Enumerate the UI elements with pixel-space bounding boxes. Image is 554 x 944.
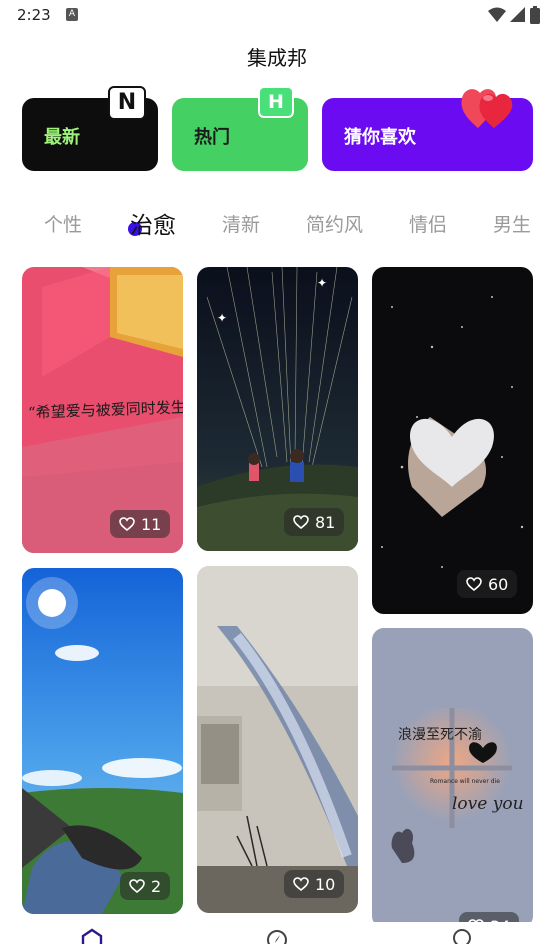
svg-text:✦: ✦ (217, 311, 227, 325)
profile-icon[interactable] (450, 928, 474, 944)
like-badge[interactable]: 60 (457, 570, 518, 598)
status-icons (488, 6, 540, 24)
tab-boys[interactable]: 男生 (493, 210, 531, 237)
status-time: 2:23 (17, 6, 51, 24)
new-badge-icon: N (108, 86, 146, 120)
wallpaper-image (372, 267, 533, 614)
wallpaper-tile[interactable]: “希望爱与被爱同时发生 11 (22, 267, 183, 553)
wallpaper-tile[interactable]: ✦ ✦ 81 (197, 267, 358, 551)
category-label: 热门 (194, 127, 230, 148)
notification-icon: A (66, 8, 78, 21)
wallpaper-image (197, 566, 358, 913)
wallpaper-tile[interactable]: 60 (372, 267, 533, 614)
tab-healing[interactable]: 治愈 (130, 206, 176, 240)
like-badge[interactable]: 10 (284, 870, 345, 898)
like-count: 2 (151, 876, 162, 896)
wifi-icon (488, 7, 506, 22)
tab-personality[interactable]: 个性 (44, 210, 82, 237)
heart-outline-icon (129, 879, 145, 893)
wallpaper-subcaption: Romance will never die (430, 778, 500, 785)
like-count: 11 (141, 514, 162, 534)
category-tabs: 个性 治愈 清新 简约风 情侣 男生 (0, 200, 554, 250)
category-label: 猜你喜欢 (344, 127, 416, 148)
status-bar: 2:23 A (0, 0, 554, 32)
compass-icon[interactable] (265, 928, 289, 944)
category-card-latest[interactable]: 最新 N (22, 86, 158, 171)
svg-text:✦: ✦ (317, 276, 327, 290)
bottom-navigation (0, 922, 554, 944)
hot-badge-icon: H (258, 86, 294, 118)
heart-outline-icon (466, 577, 482, 591)
heart-outline-icon (293, 515, 309, 529)
like-badge[interactable]: 11 (110, 510, 171, 538)
wallpaper-script-text: love you (452, 794, 524, 814)
category-card-guess-you-like[interactable]: 猜你喜欢 (322, 89, 533, 171)
signal-icon (510, 7, 525, 22)
page-title: 集成邦 (247, 46, 307, 70)
wallpaper-tile[interactable]: 浪漫至死不渝 Romance will never die love you 3… (372, 628, 533, 928)
home-icon[interactable] (80, 928, 104, 944)
battery-icon (530, 6, 540, 24)
wallpaper-tile[interactable]: 10 (197, 566, 358, 913)
wallpaper-image (22, 568, 183, 914)
heart-outline-icon (293, 877, 309, 891)
heart-icon (461, 89, 513, 128)
like-count: 60 (488, 574, 509, 594)
wallpaper-caption: 浪漫至死不渝 (398, 727, 482, 743)
tab-couple[interactable]: 情侣 (409, 210, 447, 237)
like-count: 10 (315, 874, 336, 894)
like-badge[interactable]: 2 (120, 872, 171, 900)
like-badge[interactable]: 81 (284, 508, 345, 536)
like-count: 81 (315, 512, 336, 532)
tab-minimal[interactable]: 简约风 (306, 210, 363, 237)
wallpaper-tile[interactable]: 2 (22, 568, 183, 914)
tab-fresh[interactable]: 清新 (222, 210, 260, 237)
category-label: 最新 (44, 127, 80, 148)
heart-outline-icon (119, 517, 135, 531)
category-card-hot[interactable]: 热门 H (172, 86, 308, 171)
